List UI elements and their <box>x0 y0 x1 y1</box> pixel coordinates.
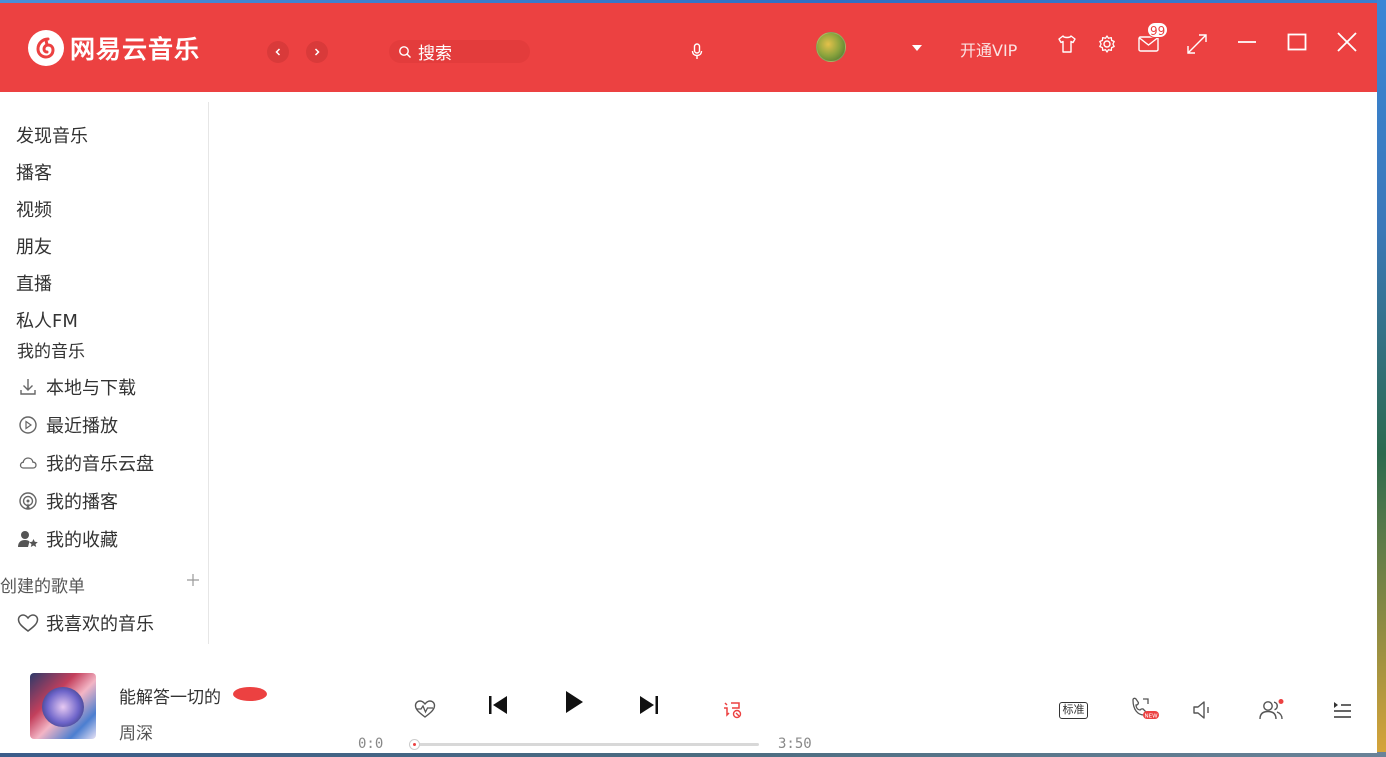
gear-icon <box>1099 35 1115 53</box>
netease-cloud-music-logo-icon <box>28 30 64 66</box>
sound-effect-new-icon: NEW <box>1132 697 1159 719</box>
close-button[interactable] <box>1336 31 1358 57</box>
user-menu-dropdown[interactable] <box>911 38 923 57</box>
add-playlist-button[interactable] <box>186 572 200 597</box>
podcast-icon <box>17 490 39 512</box>
skip-next-icon <box>640 696 658 714</box>
sidebar-item-my-podcast[interactable]: 我的播客 <box>17 488 118 514</box>
playlist-button[interactable] <box>1331 700 1353 724</box>
skip-previous-icon <box>489 696 507 714</box>
shrink-icon <box>1187 34 1207 54</box>
listen-together-icon <box>1259 699 1284 720</box>
play-button[interactable] <box>562 689 586 719</box>
total-time: 3:50 <box>778 736 812 752</box>
song-title[interactable]: 能解答一切的 <box>119 683 221 708</box>
sidebar-item-label: 我的播客 <box>46 492 118 513</box>
download-icon <box>17 376 39 398</box>
search-icon <box>399 45 411 58</box>
play-icon <box>566 691 583 713</box>
back-button[interactable] <box>267 41 289 63</box>
user-avatar[interactable] <box>816 32 846 62</box>
sidebar-item-label: 我喜欢的音乐 <box>46 614 154 635</box>
sidebar-item-my-collection[interactable]: 我的收藏 <box>17 526 118 552</box>
sidebar-item-local-download[interactable]: 本地与下载 <box>17 374 136 400</box>
song-tag-badge <box>233 687 267 701</box>
mini-mode-button[interactable] <box>1186 33 1208 59</box>
volume-button[interactable] <box>1192 699 1214 725</box>
sidebar-item-label: 我的收藏 <box>46 530 118 551</box>
minimize-button[interactable] <box>1236 31 1258 57</box>
created-playlists-header: 创建的歌单 <box>0 572 200 597</box>
sidebar-item-label: 最近播放 <box>46 416 118 437</box>
microphone-icon <box>691 43 703 59</box>
progress-bar[interactable] <box>409 739 759 750</box>
chevron-right-icon <box>314 48 320 56</box>
main-content <box>210 92 1377 652</box>
volume-icon <box>1193 701 1209 719</box>
chevron-left-icon <box>275 48 281 56</box>
tshirt-icon <box>1058 35 1076 53</box>
plus-icon <box>187 574 199 586</box>
sidebar-item-recent-play[interactable]: 最近播放 <box>17 412 118 438</box>
sidebar-item-personal-fm[interactable]: 私人FM <box>16 307 78 333</box>
close-icon <box>1337 32 1357 52</box>
caret-down-icon <box>912 45 922 51</box>
sidebar-item-cloud-disk[interactable]: 我的音乐云盘 <box>17 450 154 476</box>
playlist-icon <box>1334 702 1351 718</box>
sound-effect-button[interactable]: NEW <box>1130 696 1160 726</box>
sidebar: 发现音乐 播客 视频 朋友 直播 私人FM 我的音乐 本地与下载 最近播放 我的… <box>0 102 209 644</box>
voice-search-button[interactable] <box>690 43 704 65</box>
app-logo[interactable]: 网易云音乐 <box>28 30 200 66</box>
sidebar-item-discover[interactable]: 发现音乐 <box>16 122 88 148</box>
settings-button[interactable] <box>1096 33 1118 59</box>
album-cover[interactable] <box>30 673 96 739</box>
cloud-icon <box>17 452 39 474</box>
heart-icon <box>17 612 39 634</box>
forward-button[interactable] <box>306 41 328 63</box>
sidebar-item-live[interactable]: 直播 <box>16 270 52 296</box>
progress-handle[interactable] <box>409 739 420 750</box>
sidebar-item-liked-music[interactable]: 我喜欢的音乐 <box>17 610 154 636</box>
quality-button[interactable]: 标准 <box>1059 702 1088 719</box>
desktop-background-right <box>1377 0 1386 757</box>
vip-button[interactable]: 开通VIP <box>960 37 1017 61</box>
sidebar-item-label: 我的音乐云盘 <box>46 454 154 475</box>
svg-text:NEW: NEW <box>1144 713 1158 719</box>
search-placeholder: 搜索 <box>418 44 452 64</box>
maximize-icon <box>1287 33 1307 51</box>
search-input[interactable]: 搜索 <box>389 40 530 64</box>
lyrics-button[interactable] <box>722 700 744 724</box>
app-name: 网易云音乐 <box>70 35 201 64</box>
lyrics-icon <box>724 702 742 719</box>
my-music-section-title: 我的音乐 <box>17 342 85 362</box>
previous-track-button[interactable] <box>486 693 510 721</box>
next-track-button[interactable] <box>637 693 661 721</box>
user-star-icon <box>17 528 39 550</box>
title-bar: 网易云音乐 搜索 开通VIP 99 <box>0 3 1377 92</box>
skin-button[interactable] <box>1056 33 1078 59</box>
player-bar: 能解答一切的 周深 0:0 3:50 标准 NEW <box>0 658 1377 753</box>
recent-play-icon <box>17 414 39 436</box>
album-art <box>42 687 84 727</box>
created-playlists-title: 创建的歌单 <box>0 577 85 597</box>
current-time: 0:0 <box>358 736 384 752</box>
mail-count-badge: 99 <box>1147 22 1169 38</box>
sidebar-item-video[interactable]: 视频 <box>16 196 52 222</box>
sidebar-item-label: 本地与下载 <box>46 378 136 399</box>
maximize-button[interactable] <box>1286 31 1308 57</box>
sidebar-item-friends[interactable]: 朋友 <box>16 233 52 259</box>
artist-name[interactable]: 周深 <box>119 719 153 744</box>
listen-together-button[interactable] <box>1258 698 1286 726</box>
heartbeat-mode-icon <box>414 700 436 718</box>
minimize-icon <box>1238 41 1256 43</box>
app-window: 网易云音乐 搜索 开通VIP 99 发现音乐 播客 视频 朋友 直播 私人FM … <box>0 3 1377 753</box>
sidebar-item-podcast[interactable]: 播客 <box>16 159 52 185</box>
heartbeat-mode-button[interactable] <box>413 698 437 724</box>
